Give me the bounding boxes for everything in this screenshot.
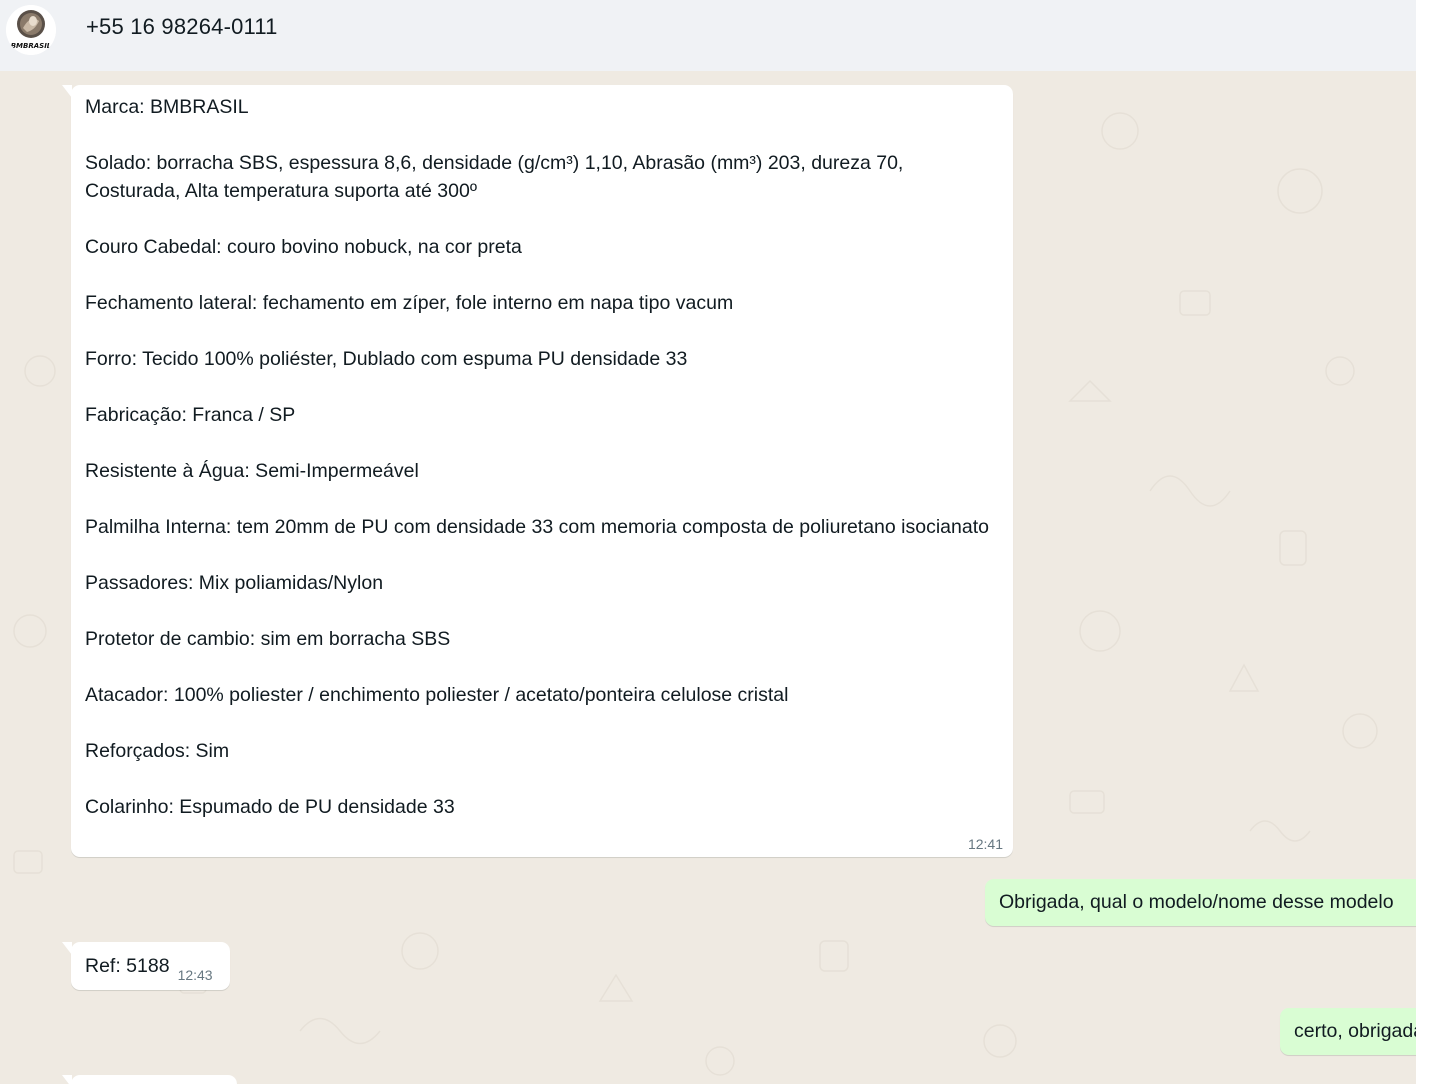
message-bubble-incoming[interactable]: Ref: 5188 12:43 [62, 942, 230, 990]
message-bubble-incoming[interactable]: Marca: BMBRASIL Solado: borracha SBS, es… [62, 85, 1013, 857]
message-line: Palmilha Interna: tem 20mm de PU com den… [85, 516, 989, 538]
message-text: Obrigada, qual o modelo/nome desse model… [999, 891, 1394, 913]
contact-name[interactable]: +55 16 98264-0111 [86, 14, 278, 40]
bubble-tail [62, 85, 72, 98]
message-timestamp: 12:43 [177, 967, 213, 983]
bmbrasil-logo-icon: BMBRASIL [6, 5, 56, 55]
message-list[interactable]: Marca: BMBRASIL Solado: borracha SBS, es… [0, 71, 1416, 1084]
message-bubble-incoming[interactable] [62, 1075, 237, 1084]
message-text: Ref: 5188 [85, 955, 170, 977]
avatar-logo-text: BMBRASIL [11, 42, 52, 50]
message-line: Fabricação: Franca / SP [85, 404, 296, 426]
message-line: Couro Cabedal: couro bovino nobuck, na c… [85, 236, 522, 258]
message-text: certo, obrigada [1294, 1020, 1416, 1042]
chat-header[interactable]: BMBRASIL +55 16 98264-0111 [0, 0, 1416, 71]
contact-avatar[interactable]: BMBRASIL [6, 5, 56, 55]
message-line: Marca: BMBRASIL [85, 96, 249, 118]
bubble-tail [62, 942, 72, 955]
message-line: Reforçados: Sim [85, 740, 230, 762]
whatsapp-chat-window: BMBRASIL +55 16 98264-0111 Marca: BMBRAS… [0, 0, 1416, 1084]
window-edge [1416, 0, 1430, 1084]
message-line: Forro: Tecido 100% poliéster, Dublado co… [85, 348, 688, 370]
message-line: Protetor de cambio: sim em borracha SBS [85, 628, 451, 650]
message-bubble-outgoing[interactable]: Obrigada, qual o modelo/nome desse model… [985, 879, 1416, 926]
message-line: Fechamento lateral: fechamento em zíper,… [85, 292, 734, 314]
message-text: Marca: BMBRASIL Solado: borracha SBS, es… [85, 93, 999, 821]
bubble-tail [62, 1075, 72, 1084]
message-line: Colarinho: Espumado de PU densidade 33 [85, 796, 455, 818]
message-bubble-outgoing[interactable]: certo, obrigada [1280, 1008, 1416, 1055]
message-line: Solado: borracha SBS, espessura 8,6, den… [85, 152, 904, 202]
message-line: Atacador: 100% poliester / enchimento po… [85, 684, 789, 706]
message-line: Resistente à Água: Semi-Impermeável [85, 460, 419, 482]
message-timestamp: 12:41 [967, 836, 1003, 852]
message-line: Passadores: Mix poliamidas/Nylon [85, 572, 384, 594]
